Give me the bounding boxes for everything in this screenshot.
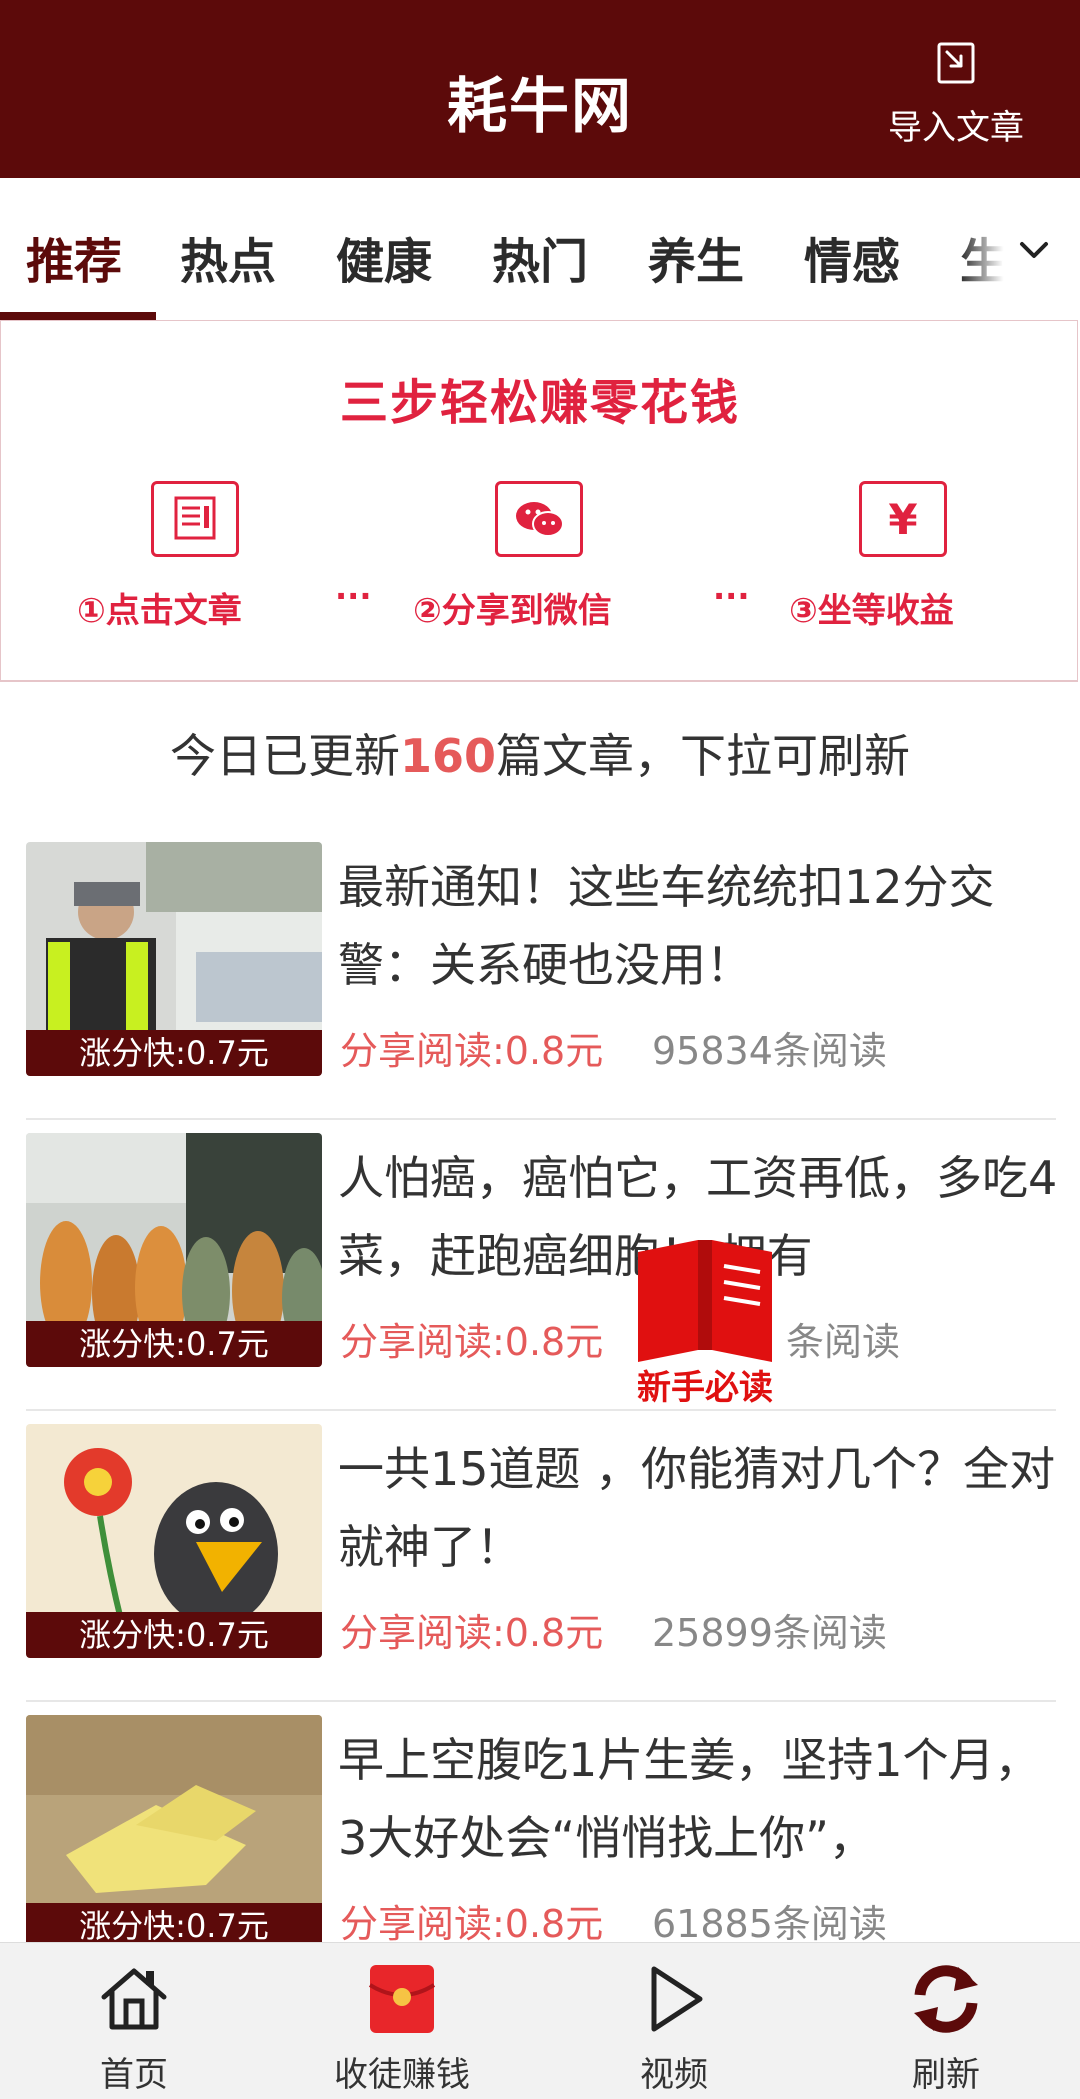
tab-emotion[interactable]: 情感 [804,222,900,292]
divider [26,1409,1056,1411]
update-suffix: 篇文章，下拉可刷新 [496,729,911,783]
article-thumbnail: 涨分快:0.7元 [26,1715,322,1949]
nav-refresh-label: 刷新 [912,2055,980,2095]
tab-health[interactable]: 健康 [336,222,432,292]
article-reads: 61885条阅读 [652,1902,887,1946]
article-item[interactable]: 涨分快:0.7元 一共15道题 ，你能猜对几个？全对就神了！ 分享阅读:0.8元… [26,1424,1056,1714]
step-1-label: ①点击文章 [77,591,242,631]
step-separator: ··· [335,577,372,615]
update-prefix: 今日已更新 [169,729,400,783]
step-3-label: ③坐等收益 [789,591,954,631]
import-article-label: 导入文章 [888,108,1024,148]
nav-home[interactable]: 首页 [34,1943,234,2099]
chevron-down-icon[interactable] [1012,228,1056,272]
article-earn: 分享阅读:0.8元 [340,1611,604,1655]
bottom-nav: 首页 收徒赚钱 视频 刷新 [0,1942,1080,2099]
nav-refresh[interactable]: 刷新 [846,1943,1046,2099]
import-icon [937,42,975,84]
update-count: 160 [399,729,497,783]
article-item[interactable]: 涨分快:0.7元 最新通知！这些车统统扣12分交警：关系硬也没用！ 分享阅读:0… [26,842,1056,1132]
article-title[interactable]: 一共15道题 ，你能猜对几个？全对就神了！ [338,1430,1068,1586]
article-item[interactable]: 涨分快:0.7元 人怕癌，癌怕它，工资再低，多吃4菜，赶跑癌细胞！ 拥有 分享阅… [26,1133,1057,1423]
article-badge: 涨分快:0.7元 [26,1321,322,1367]
article-earn: 分享阅读:0.8元 [340,1320,604,1364]
svg-text:¥: ¥ [888,495,917,544]
app-header: 耗牛网 导入文章 [0,0,1080,178]
article-reads: 25899条阅读 [652,1611,887,1655]
tab-popular[interactable]: 热门 [492,222,588,292]
tab-wellness[interactable]: 养生 [648,222,744,292]
article-thumbnail: 涨分快:0.7元 [26,1133,322,1367]
nav-recruit[interactable]: 收徒赚钱 [302,1943,502,2099]
article-earn: 分享阅读:0.8元 [340,1902,604,1946]
update-status: 今日已更新160篇文章，下拉可刷新 [0,720,1080,786]
divider [26,1700,1056,1702]
import-article-button[interactable]: 导入文章 [856,38,1056,158]
tab-recommend[interactable]: 推荐 [26,222,122,292]
newbie-guide-button[interactable]: 新手必读 [620,1226,790,1408]
tab-hot-topics[interactable]: 热点 [180,222,276,292]
article-earn: 分享阅读:0.8元 [340,1029,604,1073]
step-2-label: ②分享到微信 [413,591,612,631]
nav-recruit-label: 收徒赚钱 [334,2055,470,2095]
refresh-icon [914,1965,978,2033]
divider [26,1118,1056,1120]
article-badge: 涨分快:0.7元 [26,1030,322,1076]
banner-title: 三步轻松赚零花钱 [339,375,740,431]
nav-home-label: 首页 [100,2055,168,2095]
article-badge: 涨分快:0.7元 [26,1612,322,1658]
book-icon [638,1240,772,1362]
article-title[interactable]: 早上空腹吃1片生姜，坚持1个月，3大好处会“悄悄找上你”， [338,1721,1068,1877]
nav-video-label: 视频 [640,2055,708,2095]
nav-video[interactable]: 视频 [574,1943,774,2099]
play-icon [651,1966,703,2032]
article-thumbnail: 涨分快:0.7元 [26,842,322,1076]
step-separator: ··· [713,577,750,615]
category-tabs: 推荐 热点 健康 热门 养生 情感 生 [0,178,1080,321]
yen-icon: ¥ [859,481,947,557]
newbie-guide-label: 新手必读 [637,1368,773,1408]
article-title[interactable]: 最新通知！这些车统统扣12分交警：关系硬也没用！ [338,848,1068,1004]
earn-steps-banner[interactable]: 三步轻松赚零花钱 ¥ ①点击文章 ··· ②分享到微信 ··· ③坐等收益 [0,320,1078,682]
wechat-icon [495,481,583,557]
red-envelope-icon [368,1965,436,2033]
article-thumbnail: 涨分快:0.7元 [26,1424,322,1658]
article-icon [151,481,239,557]
home-icon [101,1968,167,2030]
article-reads: 条阅读 [786,1320,901,1364]
article-reads: 95834条阅读 [652,1029,887,1073]
